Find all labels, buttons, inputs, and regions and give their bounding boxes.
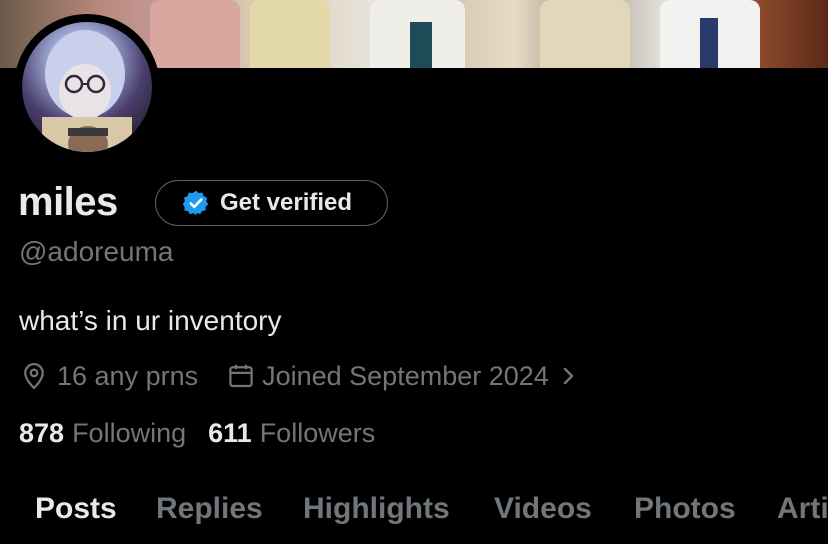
- tab-posts[interactable]: Posts: [35, 492, 117, 526]
- verified-badge-icon: [182, 190, 209, 216]
- tab-replies[interactable]: Replies: [156, 492, 263, 526]
- following-label: Following: [72, 418, 187, 448]
- tab-highlights[interactable]: Highlights: [303, 492, 450, 526]
- profile-location: 16 any prns: [57, 360, 199, 391]
- display-name: miles: [18, 180, 118, 224]
- follow-stats: 878 Following 611 Followers: [19, 418, 375, 449]
- following-link[interactable]: 878 Following: [19, 418, 186, 449]
- tab-articles[interactable]: Arti: [777, 492, 828, 526]
- followers-link[interactable]: 611 Followers: [208, 418, 375, 449]
- followers-label: Followers: [259, 418, 376, 448]
- profile-bio: what’s in ur inventory: [19, 305, 282, 336]
- location-pin-icon: [24, 363, 44, 390]
- followers-count: 611: [208, 418, 252, 448]
- profile-joined: Joined September 2024: [262, 360, 549, 391]
- tab-photos[interactable]: Photos: [634, 492, 736, 526]
- profile-handle: @adoreuma: [19, 236, 174, 267]
- get-verified-label: Get verified: [220, 189, 353, 216]
- chevron-right-icon[interactable]: [559, 364, 579, 388]
- calendar-icon: [229, 364, 253, 388]
- profile-meta: 16 any prns Joined September 2024: [19, 358, 579, 394]
- profile-tabs: Posts Replies Highlights Videos Photos A…: [0, 488, 828, 534]
- get-verified-button[interactable]: Get verified: [155, 180, 388, 226]
- following-count: 878: [19, 418, 65, 448]
- profile-avatar[interactable]: [14, 14, 160, 160]
- avatar-image: [22, 22, 152, 152]
- tab-videos[interactable]: Videos: [494, 492, 592, 526]
